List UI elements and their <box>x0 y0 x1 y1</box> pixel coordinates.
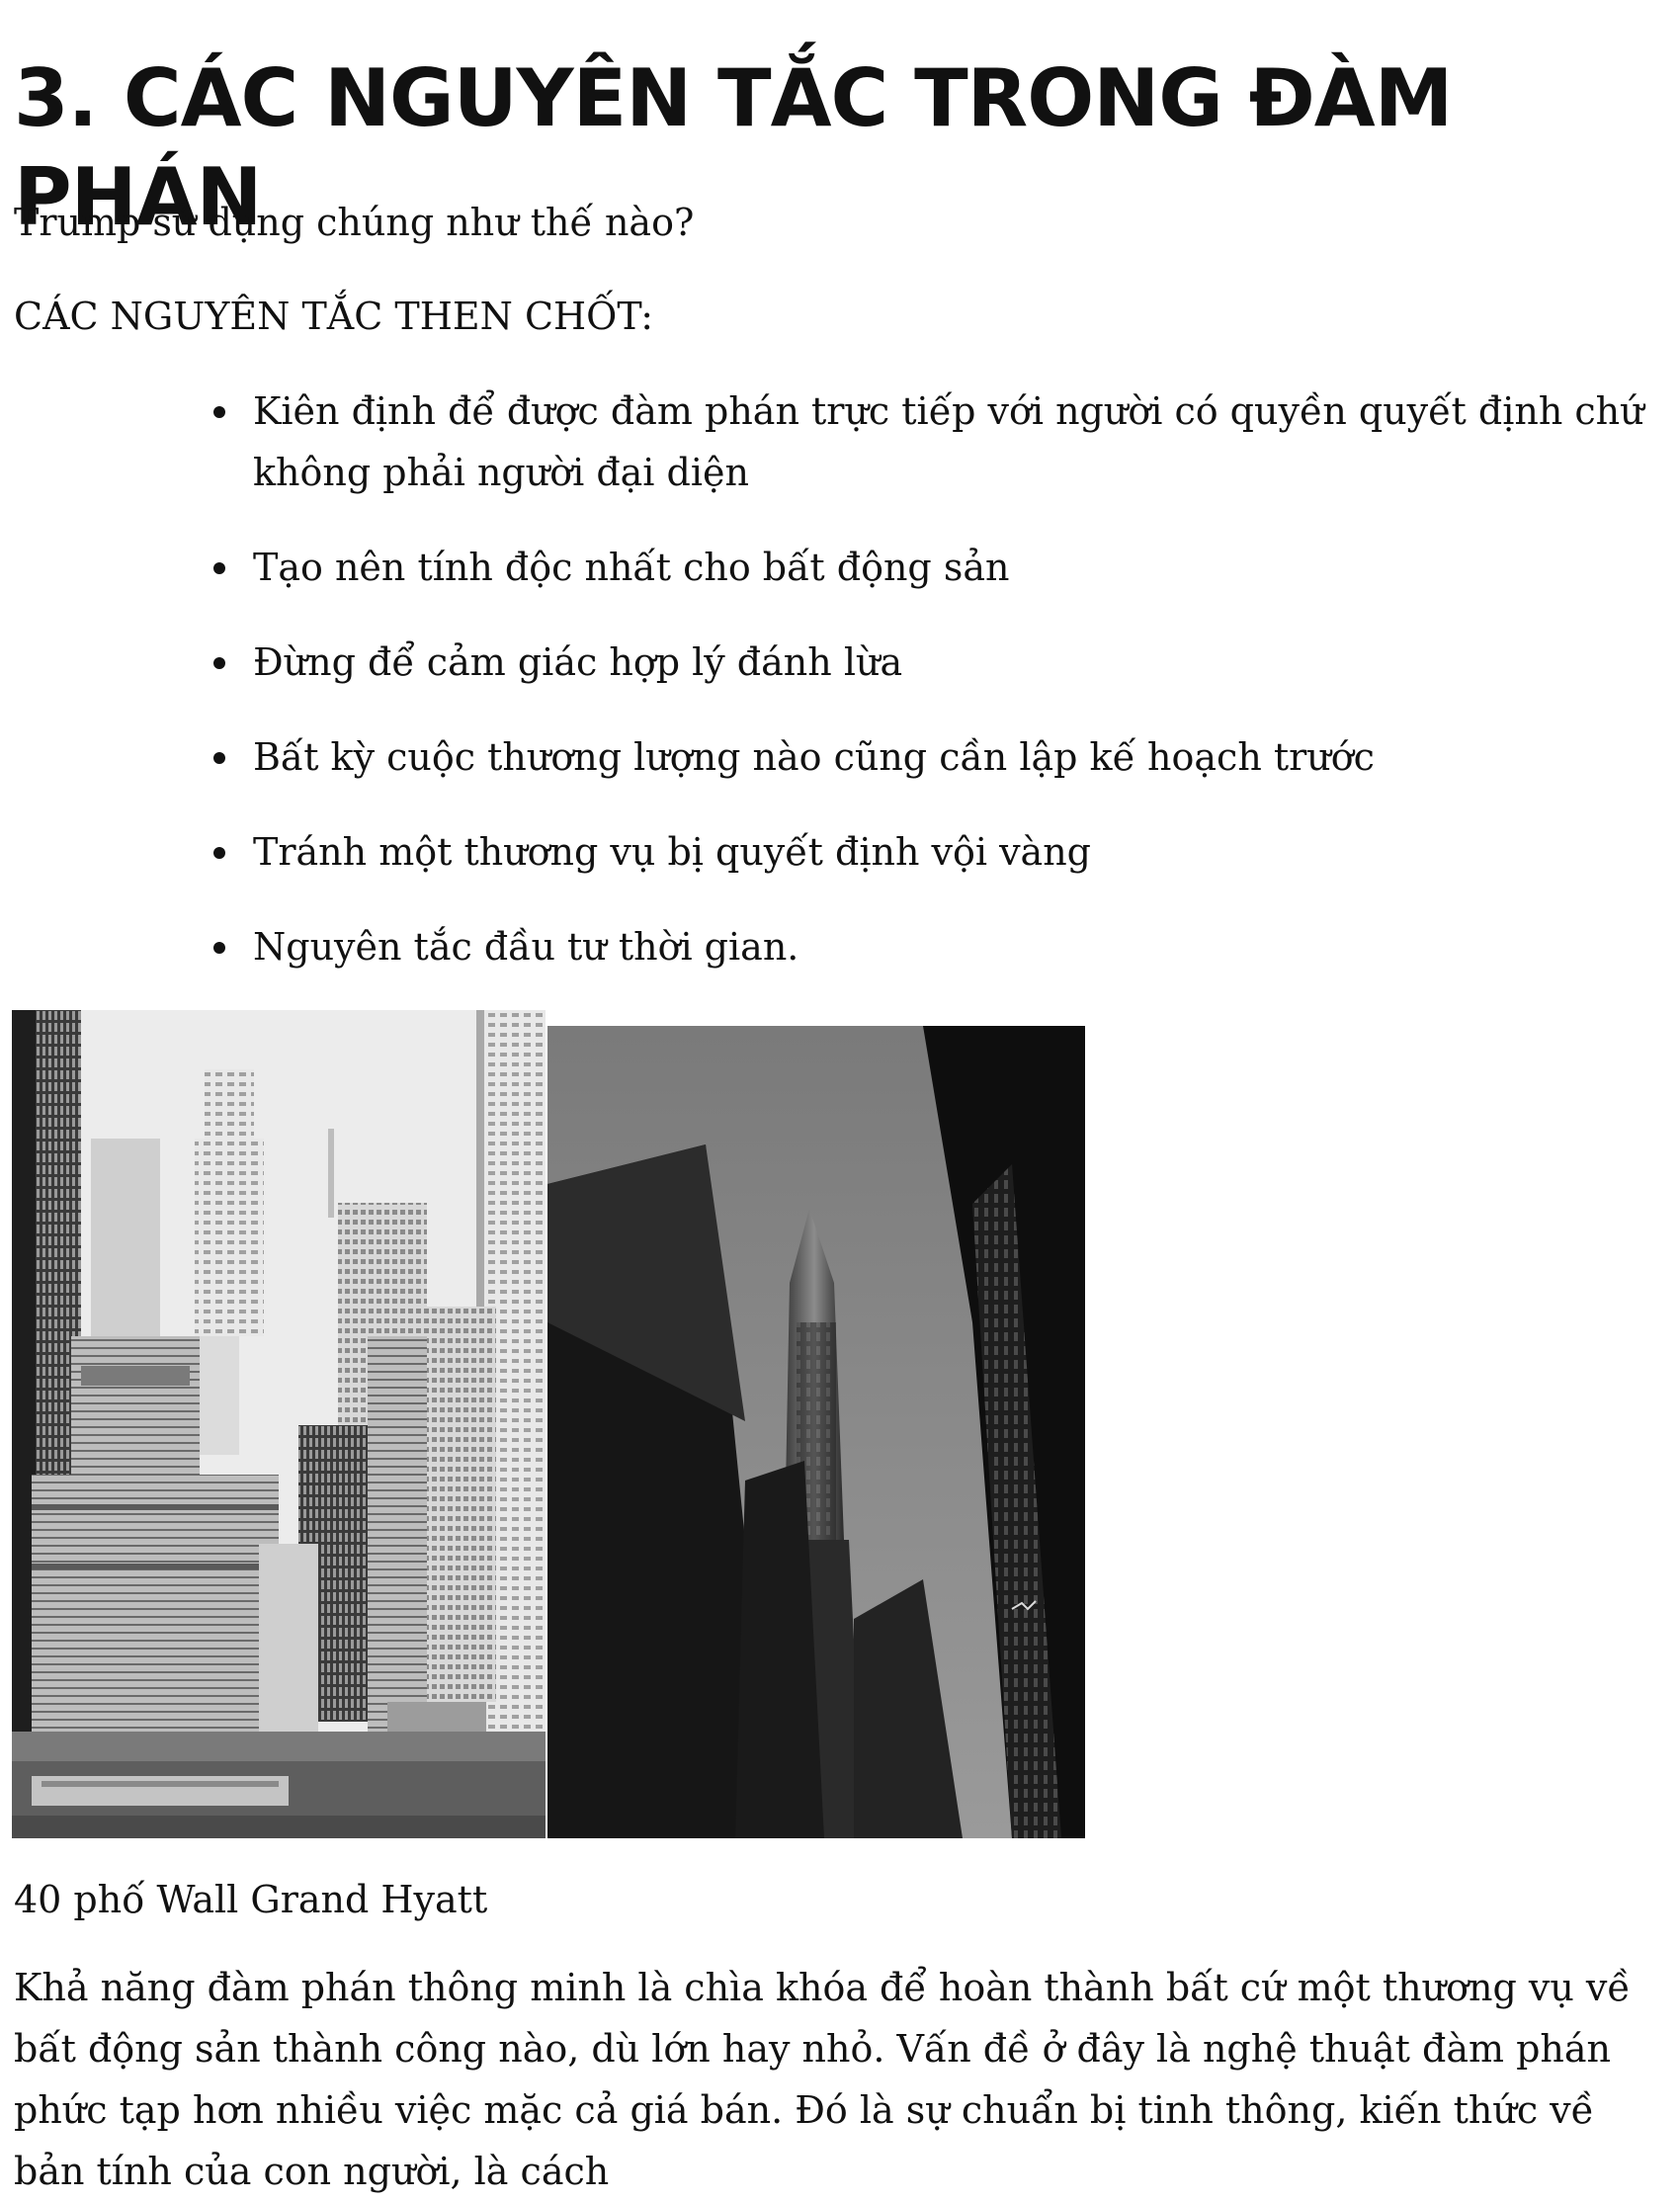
skyline-photo <box>12 1010 546 1838</box>
document-page: 3. CÁC NGUYÊN TẮC TRONG ĐÀM PHÁN Trump s… <box>0 0 1680 2193</box>
list-item: Đừng để cảm giác hợp lý đánh lừa <box>213 632 1680 693</box>
list-item: Tránh một thương vụ bị quyết định vội và… <box>213 821 1680 883</box>
subtitle: Trump sử dụng chúng như thế nào? <box>14 201 695 244</box>
list-item: Bất kỳ cuộc thương lượng nào cũng cần lậ… <box>213 726 1680 788</box>
list-item: Kiên định để được đàm phán trực tiếp với… <box>213 381 1680 503</box>
section-label: CÁC NGUYÊN TẮC THEN CHỐT: <box>14 295 654 338</box>
list-item: Nguyên tắc đầu tư thời gian. <box>213 916 1680 977</box>
principles-list: Kiên định để được đàm phán trực tiếp với… <box>198 381 1680 1011</box>
list-item: Tạo nên tính độc nhất cho bất động sản <box>213 537 1680 598</box>
skyscraper-illustration <box>547 1026 1085 1838</box>
skyscraper-photo <box>547 1026 1085 1838</box>
photo-caption: 40 phố Wall Grand Hyatt <box>14 1878 488 1921</box>
body-paragraph: Khả năng đàm phán thông minh là chìa khó… <box>14 1966 1631 2193</box>
skyline-illustration <box>12 1010 546 1838</box>
